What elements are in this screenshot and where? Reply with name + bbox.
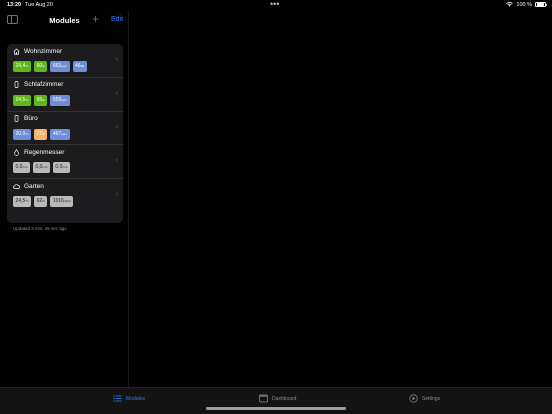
add-module-button[interactable]: +: [92, 12, 99, 26]
module-name: Regenmesser: [24, 148, 65, 156]
drop-icon: [13, 148, 20, 156]
module-row[interactable]: Garten 24,5°C 62% 1016mbar ›: [7, 179, 123, 213]
chevron-right-icon: ›: [115, 56, 118, 63]
module-name: Büro: [24, 115, 38, 123]
detail-pane: [129, 11, 552, 387]
value-number: 20,9: [15, 130, 26, 137]
value-unit: ppm: [61, 64, 68, 68]
sensor-icon: [13, 115, 20, 122]
modules-list: Wohnzimmer 24,4°C 60% 663ppm 46dB › Schlafzimm…: [7, 44, 123, 223]
module-header: Garten: [13, 183, 44, 190]
status-bar: 13:20 Tue Aug 20 ••• 100 %: [0, 0, 552, 11]
value-unit: °C: [25, 97, 29, 102]
battery-percent: 100 %: [516, 1, 532, 8]
module-row[interactable]: Büro 20,9°C 77% 467ppm ›: [7, 112, 123, 146]
status-date: Tue Aug 20: [25, 2, 53, 8]
page-title: Modules: [49, 16, 80, 25]
tab-settings[interactable]: Settings: [409, 394, 440, 403]
module-row[interactable]: Regenmesser 0,0mm 0,0mm 0,0mm ›: [7, 145, 123, 180]
value-badge: 663ppm: [50, 61, 70, 72]
value-unit: mm: [22, 165, 28, 170]
value-unit: °C: [25, 131, 29, 136]
value-badge: 46dB: [72, 61, 87, 72]
value-unit: ppm: [61, 131, 68, 136]
settings-icon: [409, 394, 418, 403]
sidebar: Modules + Edit Wohnzimmer 24,4°C 60% 663ppm…: [0, 11, 129, 387]
chevron-right-icon: ›: [115, 123, 118, 131]
value-unit: %: [42, 131, 45, 136]
value-unit: mm: [42, 165, 48, 170]
chevron-right-icon: ›: [115, 191, 118, 199]
multitasking-dots-icon[interactable]: •••: [270, 0, 279, 9]
value-badge: 1016mbar: [50, 196, 74, 208]
value-unit: %: [42, 97, 45, 102]
module-name: Wohnzimmer: [24, 47, 63, 55]
module-name: Garten: [24, 182, 44, 190]
value-badge: 0,0mm: [13, 162, 30, 174]
dashboard-icon: [259, 394, 268, 403]
battery-icon: [535, 1, 547, 8]
module-row[interactable]: Wohnzimmer 24,4°C 60% 663ppm 46dB ›: [7, 44, 123, 78]
module-values: 24,5°C 55% 559ppm: [13, 94, 70, 106]
module-header: Wohnzimmer: [13, 48, 62, 55]
module-values: 24,5°C 62% 1016mbar: [13, 196, 74, 208]
module-values: 0,0mm 0,0mm 0,0mm: [13, 162, 70, 174]
tab-modules-label: Modules: [126, 395, 145, 402]
chevron-right-icon: ›: [115, 157, 118, 165]
value-unit: mbar: [63, 199, 71, 204]
value-badge: 77%: [34, 128, 48, 140]
value-badge: 20,9°C: [13, 128, 32, 140]
module-header: Büro: [13, 115, 38, 122]
value-unit: %: [42, 64, 45, 68]
value-unit: dB: [80, 64, 85, 68]
module-row[interactable]: Schlafzimmer 24,5°C 55% 559ppm ›: [7, 78, 123, 112]
module-header: Regenmesser: [13, 148, 65, 156]
sensor-icon: [13, 81, 20, 89]
value-number: 1016: [52, 198, 64, 205]
status-right: 100 %: [506, 1, 547, 8]
module-name: Schlafzimmer: [24, 81, 64, 89]
updated-label: Updated 3 min, 45 sec ago: [13, 226, 67, 231]
wifi-icon: [506, 2, 514, 7]
value-badge: 55%: [34, 94, 48, 106]
tab-modules[interactable]: Modules: [113, 394, 145, 403]
cloud-icon: [13, 183, 20, 190]
value-unit: °C: [25, 64, 29, 68]
module-values: 20,9°C 77% 467ppm: [13, 128, 70, 140]
list-icon: [113, 395, 122, 402]
value-unit: °C: [25, 199, 29, 204]
nav-bar: Modules + Edit: [0, 11, 129, 31]
tab-settings-label: Settings: [422, 395, 441, 402]
tab-bar: Modules Dashboard Settings: [0, 387, 552, 414]
value-unit: mm: [62, 165, 68, 170]
value-number: 559: [52, 96, 62, 103]
module-values: 24,4°C 60% 663ppm 46dB: [13, 61, 87, 72]
value-badge: 24,4°C: [13, 61, 32, 72]
value-number: 663: [52, 63, 62, 69]
value-badge: 60%: [34, 61, 48, 72]
edit-button[interactable]: Edit: [111, 16, 123, 23]
chevron-right-icon: ›: [115, 89, 118, 97]
value-badge: 24,5°C: [13, 94, 32, 106]
value-number: 24,5: [15, 96, 26, 103]
value-badge: 0,0mm: [52, 162, 70, 174]
tab-dashboard-label: Dashboard: [272, 395, 297, 402]
tab-dashboard[interactable]: Dashboard: [259, 394, 296, 403]
value-badge: 559ppm: [50, 94, 70, 106]
value-unit: %: [42, 199, 45, 204]
module-header: Schlafzimmer: [13, 81, 63, 88]
value-badge: 0,0mm: [32, 162, 50, 174]
status-time: 13:20: [7, 2, 22, 8]
value-number: 467: [52, 130, 62, 137]
value-number: 24,5: [15, 198, 26, 205]
home-indicator[interactable]: [206, 407, 346, 410]
value-badge: 467ppm: [50, 128, 70, 140]
value-badge: 62%: [34, 196, 48, 208]
value-unit: ppm: [61, 97, 68, 102]
value-badge: 24,5°C: [13, 196, 32, 208]
house-icon: [13, 48, 20, 55]
value-number: 24,4: [15, 63, 26, 69]
